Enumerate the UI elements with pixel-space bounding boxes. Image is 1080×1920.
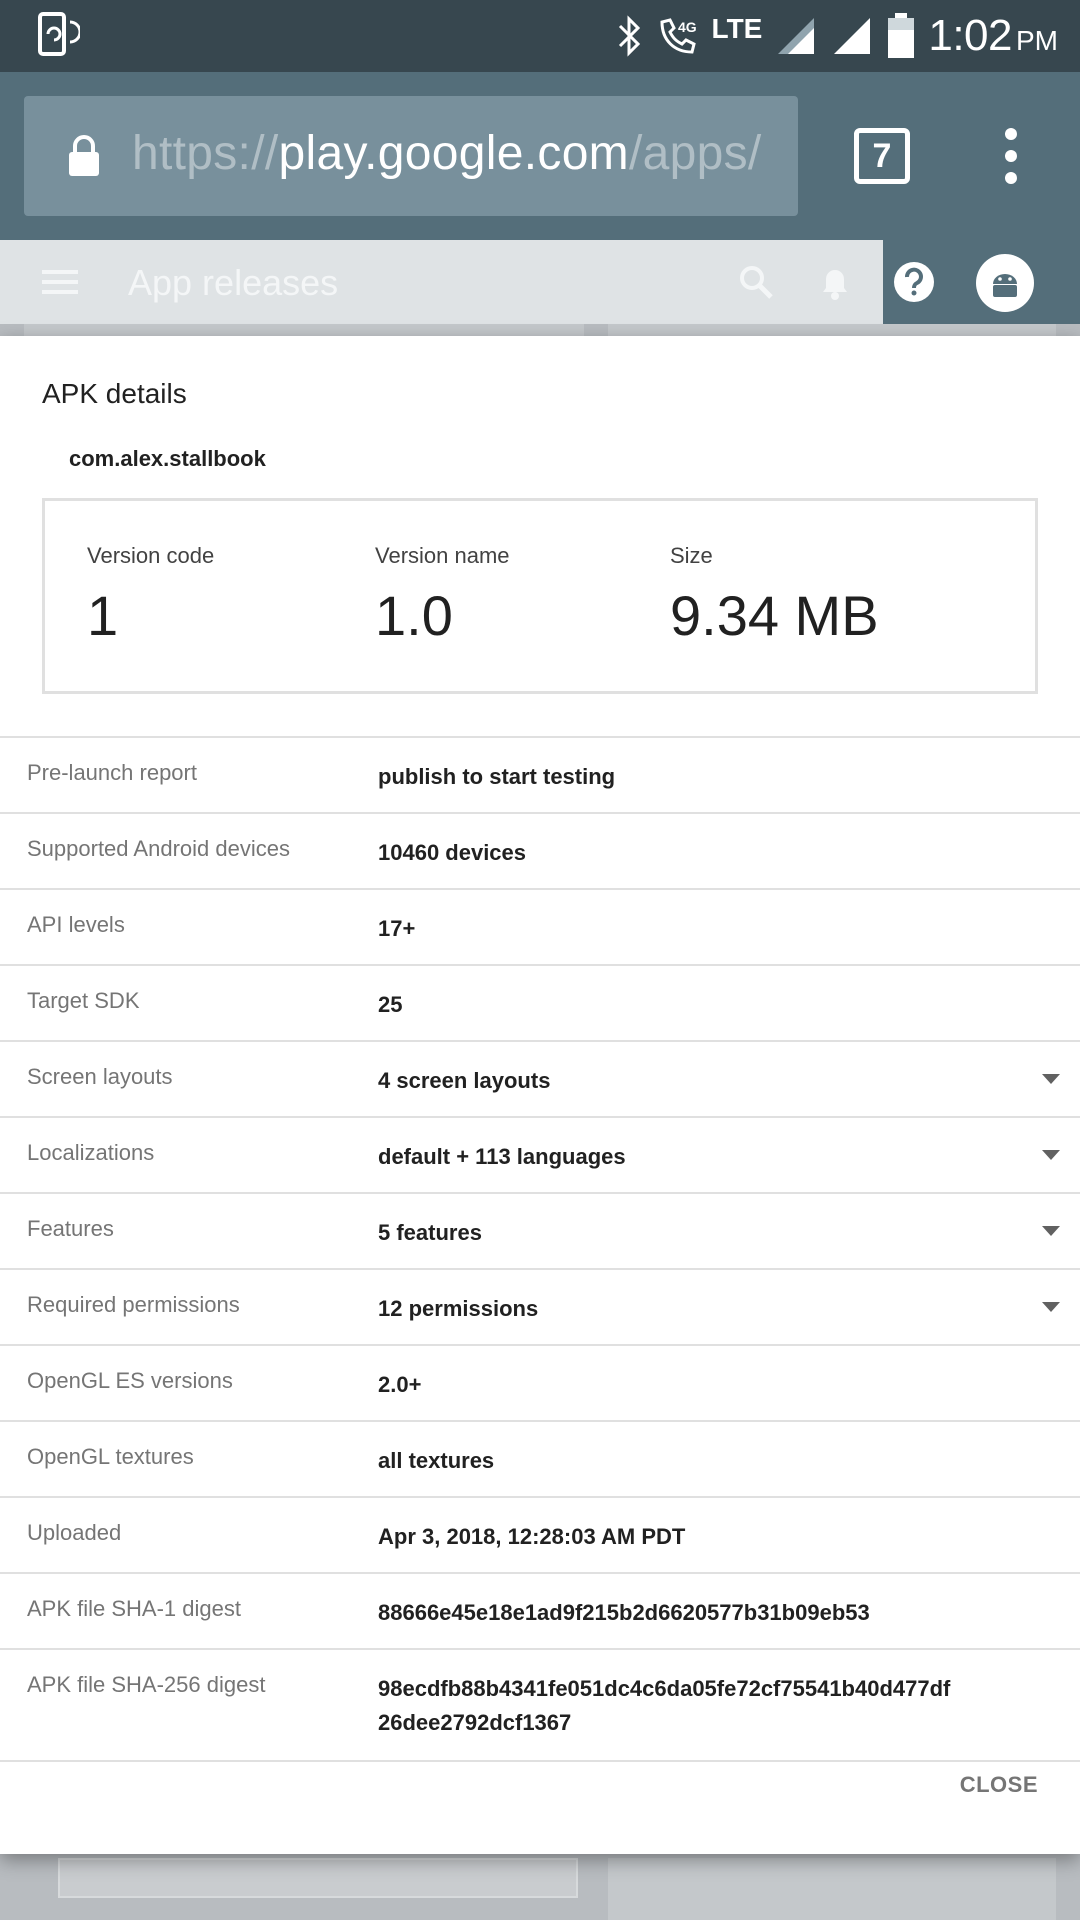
- row-value-line: 26dee2792dcf1367: [378, 1710, 572, 1735]
- row-label: APK file SHA-256 digest: [27, 1672, 266, 1697]
- background-card: [608, 324, 1056, 336]
- status-bar: 4G LTE 1:02 PM: [0, 0, 1080, 72]
- row-value: 4 screen layouts: [378, 1068, 551, 1093]
- row-value: Apr 3, 2018, 12:28:03 AM PDT: [378, 1524, 686, 1549]
- table-row-expandable[interactable]: Features 5 features: [0, 1192, 1080, 1268]
- page-title: App releases: [128, 262, 339, 303]
- row-value: all textures: [378, 1448, 495, 1473]
- table-row: Supported Android devices 10460 devices: [0, 812, 1080, 888]
- search-icon[interactable]: [738, 264, 774, 300]
- table-divider: [0, 1760, 1080, 1762]
- row-value: 5 features: [378, 1220, 482, 1245]
- background-card: [608, 1858, 1056, 1920]
- avatar[interactable]: [976, 254, 1034, 312]
- row-value: 17+: [378, 916, 416, 941]
- bluetooth-icon: [618, 15, 640, 57]
- table-row-expandable[interactable]: Required permissions 12 permissions: [0, 1268, 1080, 1344]
- row-value: publish to start testing: [378, 764, 616, 789]
- app-bar: App releases: [0, 240, 1080, 324]
- table-row: OpenGL ES versions 2.0+: [0, 1344, 1080, 1420]
- battery-icon: [888, 13, 915, 58]
- expand-arrow-icon[interactable]: [1042, 1150, 1060, 1160]
- version-code-label: Version code: [87, 543, 215, 568]
- apk-details-dialog: APK details com.alex.stallbook Version c…: [0, 336, 1080, 1854]
- row-label: APK file SHA-1 digest: [27, 1596, 241, 1621]
- help-icon[interactable]: [892, 260, 936, 304]
- menu-icon[interactable]: [42, 268, 78, 296]
- size-value: 9.34 MB: [670, 584, 879, 647]
- table-row: OpenGL textures all textures: [0, 1420, 1080, 1496]
- row-value: 2.0+: [378, 1372, 422, 1397]
- row-value: 12 permissions: [378, 1296, 539, 1321]
- row-value: 98ecdfb88b4341fe051dc4c6da05fe72cf75541b…: [378, 1672, 1018, 1740]
- row-label: OpenGL ES versions: [27, 1368, 233, 1393]
- version-summary: Version code 1 Version name 1.0 Size 9.3…: [42, 498, 1038, 694]
- row-value: 25: [378, 992, 403, 1017]
- table-row: Target SDK 25: [0, 964, 1080, 1040]
- svg-text:4G: 4G: [678, 19, 697, 35]
- expand-arrow-icon[interactable]: [1042, 1074, 1060, 1084]
- version-name: Version name 1.0: [375, 543, 510, 648]
- version-name-label: Version name: [375, 543, 510, 568]
- row-label: Screen layouts: [27, 1064, 173, 1089]
- url-text: https://play.google.com/apps/: [132, 127, 762, 180]
- row-label: Target SDK: [27, 988, 140, 1013]
- row-label: Supported Android devices: [27, 836, 290, 861]
- notifications-icon[interactable]: [818, 262, 852, 302]
- table-row: Uploaded Apr 3, 2018, 12:28:03 AM PDT: [0, 1496, 1080, 1572]
- more-options-icon[interactable]: [996, 126, 1026, 186]
- signal-icon: [778, 18, 815, 54]
- version-code-value: 1: [87, 584, 119, 647]
- version-code: Version code 1: [87, 543, 214, 648]
- apk-size: Size 9.34 MB: [670, 543, 879, 648]
- table-row-expandable[interactable]: Localizations default + 113 languages: [0, 1116, 1080, 1192]
- clock: 1:02 PM: [928, 11, 1058, 60]
- row-value-line: 98ecdfb88b4341fe051dc4c6da05fe72cf75541b…: [378, 1676, 951, 1701]
- close-button[interactable]: CLOSE: [960, 1772, 1038, 1798]
- row-label: Localizations: [27, 1140, 155, 1165]
- row-label: API levels: [27, 912, 125, 937]
- network-type: LTE: [711, 13, 763, 44]
- dialog-title: APK details: [42, 378, 187, 409]
- expand-arrow-icon[interactable]: [1042, 1226, 1060, 1236]
- package-name: com.alex.stallbook: [69, 446, 266, 471]
- table-row-expandable[interactable]: Screen layouts 4 screen layouts: [0, 1040, 1080, 1116]
- row-label: Uploaded: [27, 1520, 122, 1545]
- signal-icon: [834, 18, 871, 54]
- details-table: Pre-launch report publish to start testi…: [0, 736, 1080, 1762]
- row-value: 88666e45e18e1ad9f215b2d6620577b31b09eb53: [378, 1600, 870, 1625]
- url-bar[interactable]: https://play.google.com/apps/: [24, 96, 798, 216]
- row-label: Required permissions: [27, 1292, 240, 1317]
- sync-phone-icon: [38, 12, 80, 56]
- table-row: APK file SHA-1 digest 88666e45e18e1ad9f2…: [0, 1572, 1080, 1648]
- background-card: [58, 1858, 578, 1898]
- volte-call-icon: 4G: [660, 18, 697, 54]
- table-row: Pre-launch report publish to start testi…: [0, 736, 1080, 812]
- tab-switcher-button[interactable]: 7: [854, 128, 910, 184]
- background-card: [24, 324, 584, 336]
- size-label: Size: [670, 543, 713, 568]
- version-name-value: 1.0: [375, 584, 453, 647]
- table-row: API levels 17+: [0, 888, 1080, 964]
- browser-toolbar: https://play.google.com/apps/ 7: [0, 72, 1080, 240]
- expand-arrow-icon[interactable]: [1042, 1302, 1060, 1312]
- row-label: Pre-launch report: [27, 760, 197, 785]
- android-icon: [993, 274, 1017, 297]
- lock-icon: [69, 135, 99, 176]
- row-label: Features: [27, 1216, 114, 1241]
- row-label: OpenGL textures: [27, 1444, 194, 1469]
- row-value: default + 113 languages: [378, 1144, 626, 1169]
- row-value: 10460 devices: [378, 840, 527, 865]
- table-row: APK file SHA-256 digest 98ecdfb88b4341fe…: [0, 1648, 1080, 1760]
